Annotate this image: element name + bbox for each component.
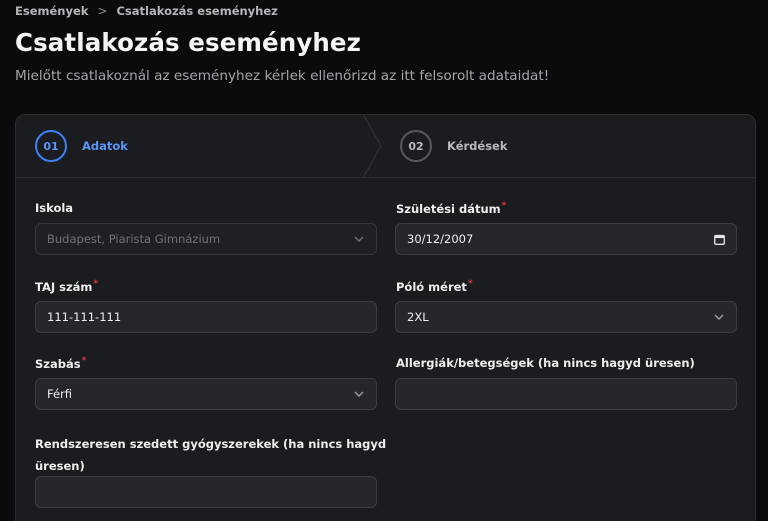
step-label: Kérdések <box>447 139 508 153</box>
breadcrumb: Események > Csatlakozás eseményhez <box>15 4 278 18</box>
page-title: Csatlakozás eseményhez <box>15 28 362 57</box>
allergies-input[interactable] <box>395 378 737 410</box>
shirt-size-value: 2XL <box>407 310 429 324</box>
taj-input[interactable]: 111-111-111 <box>35 301 377 333</box>
birthdate-input[interactable]: 30/12/2007 <box>395 223 737 255</box>
birthdate-label: Születési dátum* <box>396 201 507 216</box>
medication-input[interactable] <box>35 476 377 508</box>
taj-label: TAJ szám* <box>35 279 99 294</box>
cut-select[interactable]: Férfi <box>35 378 377 410</box>
medication-label: Rendszeresen szedett gyógyszerekek (ha n… <box>35 437 387 473</box>
join-event-card: 01 Adatok 02 Kérdések Iskola Budapest, P… <box>15 114 756 521</box>
allergies-label: Allergiák/betegségek (ha nincs hagyd üre… <box>396 356 695 370</box>
required-marker: * <box>81 356 87 366</box>
birthdate-value: 30/12/2007 <box>407 232 474 246</box>
school-value: Budapest, Piarista Gimnázium <box>47 232 221 246</box>
page-subtitle: Mielőtt csatlakoznál az eseményhez kérle… <box>15 68 550 84</box>
cut-value: Férfi <box>47 387 73 401</box>
breadcrumb-separator: > <box>97 4 108 18</box>
step-adatok[interactable]: 01 Adatok <box>35 115 128 177</box>
stepper: 01 Adatok 02 Kérdések <box>16 115 755 178</box>
cut-label: Szabás* <box>35 356 87 371</box>
step-label: Adatok <box>82 139 128 153</box>
chevron-down-icon <box>354 391 364 397</box>
school-label: Iskola <box>35 201 74 215</box>
step-divider-chevron <box>362 115 382 178</box>
breadcrumb-item-current: Csatlakozás eseményhez <box>116 4 278 18</box>
shirt-size-select[interactable]: 2XL <box>395 301 737 333</box>
required-marker: * <box>93 279 99 289</box>
required-marker: * <box>467 279 473 289</box>
required-marker: * <box>501 201 507 211</box>
step-kerdesek[interactable]: 02 Kérdések <box>400 115 508 177</box>
calendar-icon[interactable] <box>714 234 725 245</box>
breadcrumb-item-events[interactable]: Események <box>15 4 88 18</box>
chevron-down-icon <box>714 314 724 320</box>
step-number-circle: 02 <box>400 130 432 162</box>
step-number-circle: 01 <box>35 130 67 162</box>
chevron-down-icon <box>354 236 364 242</box>
shirt-size-label: Póló méret* <box>396 279 473 294</box>
school-select[interactable]: Budapest, Piarista Gimnázium <box>35 223 377 255</box>
taj-value: 111-111-111 <box>47 310 122 324</box>
